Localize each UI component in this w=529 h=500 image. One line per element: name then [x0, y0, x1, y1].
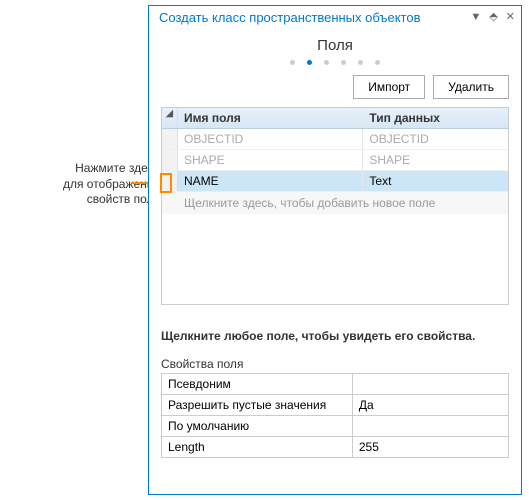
close-icon[interactable]: ✕	[506, 12, 515, 23]
cell-field-type[interactable]: SHAPE	[363, 150, 508, 170]
row-handle[interactable]	[162, 129, 178, 149]
table-row-selected[interactable]: NAME Text	[162, 171, 508, 192]
table-spacer	[162, 214, 508, 304]
wizard-dot-active[interactable]	[307, 60, 312, 65]
dialog-panel: Создать класс пространственных объектов …	[148, 5, 522, 495]
property-label: По умолчанию	[162, 416, 353, 437]
wizard-dot[interactable]	[341, 60, 346, 65]
cell-field-name[interactable]: SHAPE	[178, 150, 363, 170]
callout-highlight	[160, 173, 172, 193]
delete-button[interactable]: Удалить	[433, 75, 509, 99]
callout-annotation: Нажмите здесь для отображения свойств по…	[0, 161, 160, 208]
dropdown-icon[interactable]: ▼	[470, 12, 481, 23]
cell-field-name[interactable]: NAME	[178, 171, 363, 191]
property-row[interactable]: Псевдоним	[162, 374, 509, 395]
wizard-dot[interactable]	[375, 60, 380, 65]
button-row: Импорт Удалить	[161, 75, 509, 99]
wizard-step-title: Поля	[161, 37, 509, 54]
property-label: Разрешить пустые значения	[162, 395, 353, 416]
properties-title: Свойства поля	[161, 357, 509, 371]
table-row[interactable]: SHAPE SHAPE	[162, 150, 508, 171]
cell-field-type[interactable]: OBJECTID	[363, 129, 508, 149]
property-value[interactable]: Да	[352, 395, 508, 416]
fields-header: ◢ Имя поля Тип данных	[162, 108, 508, 129]
fields-table: ◢ Имя поля Тип данных OBJECTID OBJECTID …	[161, 107, 509, 305]
property-row[interactable]: Разрешить пустые значения Да	[162, 395, 509, 416]
titlebar: Создать класс пространственных объектов …	[149, 6, 521, 29]
cell-field-type[interactable]: Text	[363, 171, 508, 191]
wizard-dot[interactable]	[290, 60, 295, 65]
titlebar-controls: ▼ ⬘ ✕	[470, 12, 515, 23]
import-button[interactable]: Импорт	[353, 75, 425, 99]
row-handle[interactable]	[162, 150, 178, 170]
property-row[interactable]: Length 255	[162, 437, 509, 458]
cell-field-name[interactable]: OBJECTID	[178, 129, 363, 149]
property-value[interactable]	[352, 374, 508, 395]
property-row[interactable]: По умолчанию	[162, 416, 509, 437]
add-field-hint[interactable]: Щелкните здесь, чтобы добавить новое пол…	[162, 192, 508, 214]
panel-title: Создать класс пространственных объектов	[159, 10, 470, 25]
wizard-dot[interactable]	[358, 60, 363, 65]
header-corner-icon[interactable]: ◢	[162, 108, 178, 128]
property-value[interactable]	[352, 416, 508, 437]
pin-icon[interactable]: ⬘	[489, 12, 497, 23]
header-name[interactable]: Имя поля	[178, 108, 363, 128]
wizard-dot[interactable]	[324, 60, 329, 65]
panel-content: Поля Импорт Удалить ◢ Имя поля Тип данны…	[149, 29, 521, 494]
status-hint: Щелкните любое поле, чтобы увидеть его с…	[161, 329, 509, 343]
table-row[interactable]: OBJECTID OBJECTID	[162, 129, 508, 150]
property-value[interactable]: 255	[352, 437, 508, 458]
property-label: Псевдоним	[162, 374, 353, 395]
property-label: Length	[162, 437, 353, 458]
header-type[interactable]: Тип данных	[363, 108, 508, 128]
wizard-progress-dots	[161, 60, 509, 65]
properties-table: Псевдоним Разрешить пустые значения Да П…	[161, 373, 509, 458]
